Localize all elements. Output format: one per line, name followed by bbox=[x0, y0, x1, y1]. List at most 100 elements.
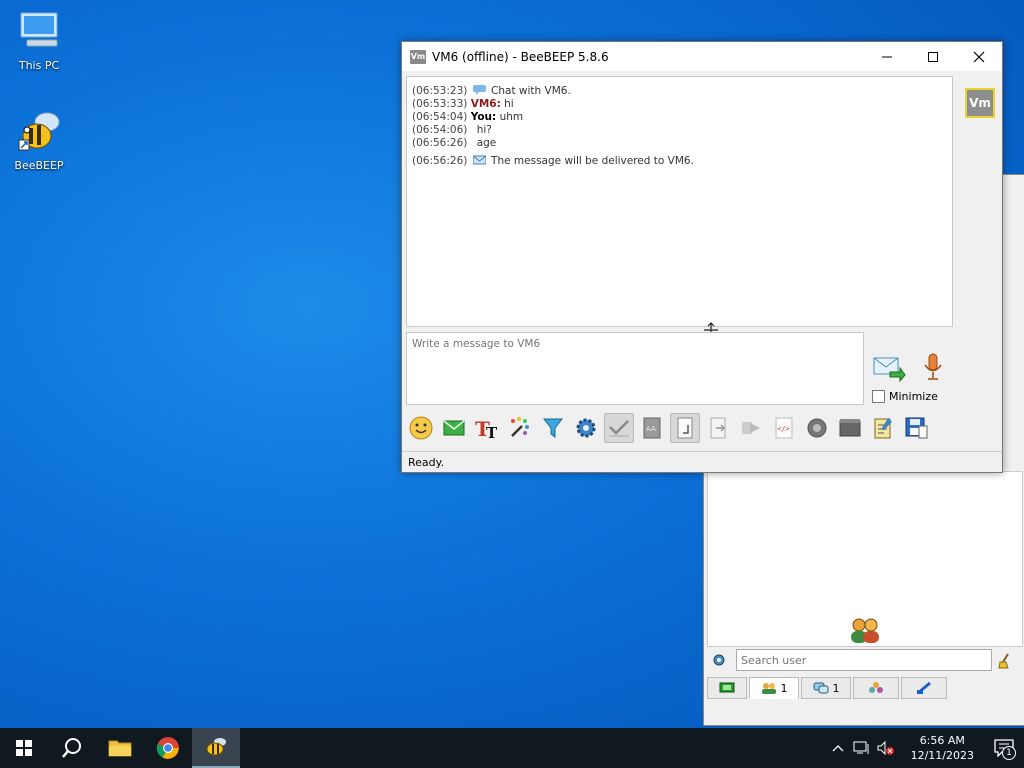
avatar[interactable]: Vm bbox=[965, 88, 995, 118]
clear-search-broom-icon[interactable] bbox=[997, 653, 1013, 669]
svg-text:T: T bbox=[486, 424, 498, 440]
message-time: (06:56:26) bbox=[412, 137, 468, 149]
files-icon bbox=[917, 681, 931, 695]
minimize-icon bbox=[882, 56, 892, 57]
computer-icon bbox=[719, 682, 735, 693]
notification-badge: 1 bbox=[1002, 746, 1016, 760]
font-button[interactable]: TT bbox=[472, 413, 502, 443]
maximize-window-button[interactable] bbox=[910, 42, 956, 71]
desktop-icon-beebeep[interactable]: BeeBEEP bbox=[4, 108, 74, 172]
tab-users-count: 1 bbox=[780, 681, 788, 695]
clock-time: 6:56 AM bbox=[919, 734, 965, 747]
dictionary-button[interactable]: AA bbox=[637, 413, 667, 443]
chat-message: (06:53:33) VM6: hi bbox=[412, 98, 947, 111]
status-bar: Ready. bbox=[402, 451, 1002, 472]
book-icon: AA bbox=[643, 417, 661, 439]
settings-gear-icon[interactable] bbox=[712, 653, 726, 667]
spell-check-button[interactable] bbox=[604, 413, 634, 443]
send-file-button[interactable] bbox=[703, 413, 733, 443]
message-time: (06:54:04) bbox=[412, 111, 468, 123]
tab-chats-count: 1 bbox=[832, 681, 840, 695]
message-time: (06:54:06) bbox=[412, 124, 468, 136]
buzz-button[interactable] bbox=[439, 413, 469, 443]
lock-button[interactable] bbox=[670, 413, 700, 443]
message-sender: You: bbox=[470, 111, 497, 123]
clock[interactable]: 6:56 AM 12/11/2023 bbox=[911, 733, 974, 763]
close-window-button[interactable] bbox=[956, 42, 1002, 71]
search-user-input[interactable] bbox=[737, 650, 991, 670]
clapperboard-icon bbox=[839, 419, 861, 437]
tab-users[interactable]: 1 bbox=[749, 677, 799, 699]
bee-icon bbox=[18, 112, 60, 151]
font-color-button[interactable] bbox=[505, 413, 535, 443]
arrow-right-icon bbox=[742, 422, 760, 434]
main-tabs: 1 1 bbox=[707, 677, 947, 699]
volume-muted-icon[interactable] bbox=[877, 740, 895, 756]
beebeep-taskbar-button[interactable] bbox=[192, 728, 240, 768]
export-chat-button[interactable] bbox=[901, 413, 931, 443]
svg-text:</>: </> bbox=[777, 425, 790, 433]
tab-files[interactable] bbox=[901, 677, 947, 699]
message-input[interactable] bbox=[407, 333, 863, 404]
network-icon[interactable] bbox=[853, 740, 871, 756]
message-text: The message will be delivered to VM6. bbox=[491, 155, 694, 167]
html-button[interactable]: </> bbox=[769, 413, 799, 443]
emoticon-button[interactable] bbox=[406, 413, 436, 443]
window-title: VM6 (offline) - BeeBEEP 5.8.6 bbox=[432, 49, 609, 64]
chat-toolbar: TT AA </> bbox=[406, 412, 931, 444]
message-sender: VM6: bbox=[470, 98, 501, 110]
search-user-box[interactable] bbox=[736, 649, 992, 671]
minimize-option[interactable]: Minimize bbox=[872, 390, 938, 403]
bee-icon bbox=[206, 738, 226, 756]
message-compose-box[interactable] bbox=[406, 332, 864, 405]
message-text: uhm bbox=[499, 111, 524, 123]
windows-logo-icon bbox=[16, 740, 32, 756]
tab-chats[interactable]: 1 bbox=[801, 677, 851, 699]
folder-icon bbox=[108, 740, 132, 757]
filter-button[interactable] bbox=[538, 413, 568, 443]
message-text: age bbox=[476, 137, 497, 149]
desktop-icon-label: BeeBEEP bbox=[14, 159, 64, 172]
chat-window[interactable]: Vm VM6 (offline) - BeeBEEP 5.8.6 (06:53:… bbox=[401, 41, 1003, 473]
green-envelope-icon bbox=[443, 420, 465, 436]
title-bar[interactable]: Vm VM6 (offline) - BeeBEEP 5.8.6 bbox=[402, 42, 1002, 71]
clock-date: 12/11/2023 bbox=[910, 749, 974, 762]
member-panel: Vm bbox=[958, 76, 1000, 406]
chrome-button[interactable] bbox=[144, 728, 192, 768]
chat-message: (06:56:26) age bbox=[412, 137, 947, 150]
window-controls bbox=[864, 42, 1002, 71]
search-icon bbox=[62, 738, 81, 758]
groups-icon bbox=[869, 682, 883, 693]
search-button[interactable] bbox=[48, 728, 96, 768]
chats-icon bbox=[813, 682, 828, 694]
maximize-icon bbox=[928, 51, 938, 62]
start-button[interactable] bbox=[0, 728, 48, 768]
users-icon bbox=[851, 618, 879, 643]
message-text: Chat with VM6. bbox=[491, 85, 571, 97]
system-tray: 6:56 AM 12/11/2023 1 bbox=[831, 728, 1024, 768]
minimize-window-button[interactable] bbox=[864, 42, 910, 71]
chat-history[interactable]: (06:53:23) Chat with VM6. (06:53:33) VM6… bbox=[406, 76, 953, 327]
desktop-icon-this-pc[interactable]: This PC bbox=[4, 10, 74, 72]
screenshot-button[interactable] bbox=[802, 413, 832, 443]
message-time: (06:56:26) bbox=[412, 155, 468, 167]
chevron-up-icon[interactable] bbox=[831, 743, 845, 753]
microphone-icon[interactable] bbox=[922, 352, 944, 382]
send-folder-button[interactable] bbox=[736, 413, 766, 443]
users-icon bbox=[761, 683, 776, 694]
tab-computers[interactable] bbox=[707, 677, 747, 699]
clear-chat-button[interactable] bbox=[835, 413, 865, 443]
file-explorer-button[interactable] bbox=[96, 728, 144, 768]
chat-settings-button[interactable] bbox=[571, 413, 601, 443]
minimize-checkbox[interactable] bbox=[872, 390, 885, 403]
desktop-icon-label: This PC bbox=[18, 59, 60, 72]
user-list-panel bbox=[707, 471, 1023, 647]
save-chat-button[interactable] bbox=[868, 413, 898, 443]
send-message-icon[interactable] bbox=[872, 354, 906, 382]
notification-center-button[interactable]: 1 bbox=[984, 728, 1024, 768]
spell-check-icon bbox=[609, 420, 629, 437]
chat-message: (06:54:06) hi? bbox=[412, 124, 947, 137]
tab-groups[interactable] bbox=[853, 677, 899, 699]
floppy-disk-icon bbox=[905, 417, 928, 439]
font-icon: TT bbox=[475, 417, 498, 440]
